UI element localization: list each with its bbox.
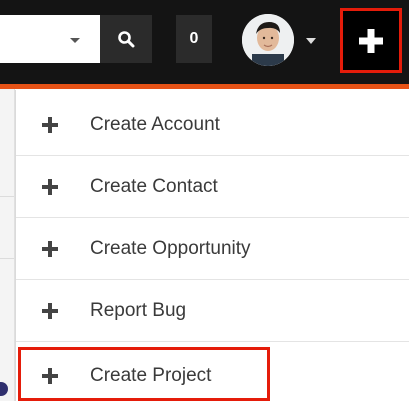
search-input[interactable] [0, 15, 100, 63]
top-navigation-bar: 0 [0, 0, 409, 84]
menu-item-create-opportunity[interactable]: Create Opportunity [16, 218, 409, 280]
menu-item-create-account[interactable]: Create Account [16, 94, 409, 156]
divider [0, 196, 14, 197]
menu-item-label: Create Opportunity [90, 237, 251, 259]
menu-item-report-bug[interactable]: Report Bug [16, 280, 409, 342]
avatar [242, 14, 294, 66]
plus-icon [359, 28, 383, 53]
plus-icon [42, 116, 58, 133]
plus-icon [42, 302, 58, 319]
menu-item-label: Create Contact [90, 175, 218, 197]
header-accent-strip [0, 84, 409, 89]
search-button[interactable] [100, 15, 152, 63]
chevron-down-icon[interactable] [70, 38, 80, 43]
user-profile-menu[interactable] [242, 14, 322, 66]
plus-icon [42, 178, 58, 195]
menu-item-create-contact[interactable]: Create Contact [16, 156, 409, 218]
menu-item-label: Report Bug [90, 299, 187, 321]
search-icon [118, 31, 135, 48]
chevron-down-icon [306, 38, 316, 44]
menu-item-label: Create Account [90, 113, 220, 135]
background-page-edge [0, 89, 15, 401]
divider [0, 258, 14, 259]
plus-icon [42, 240, 58, 257]
highlight-box [18, 347, 270, 401]
notification-count-badge[interactable]: 0 [176, 15, 212, 63]
quick-create-button[interactable] [340, 8, 402, 73]
